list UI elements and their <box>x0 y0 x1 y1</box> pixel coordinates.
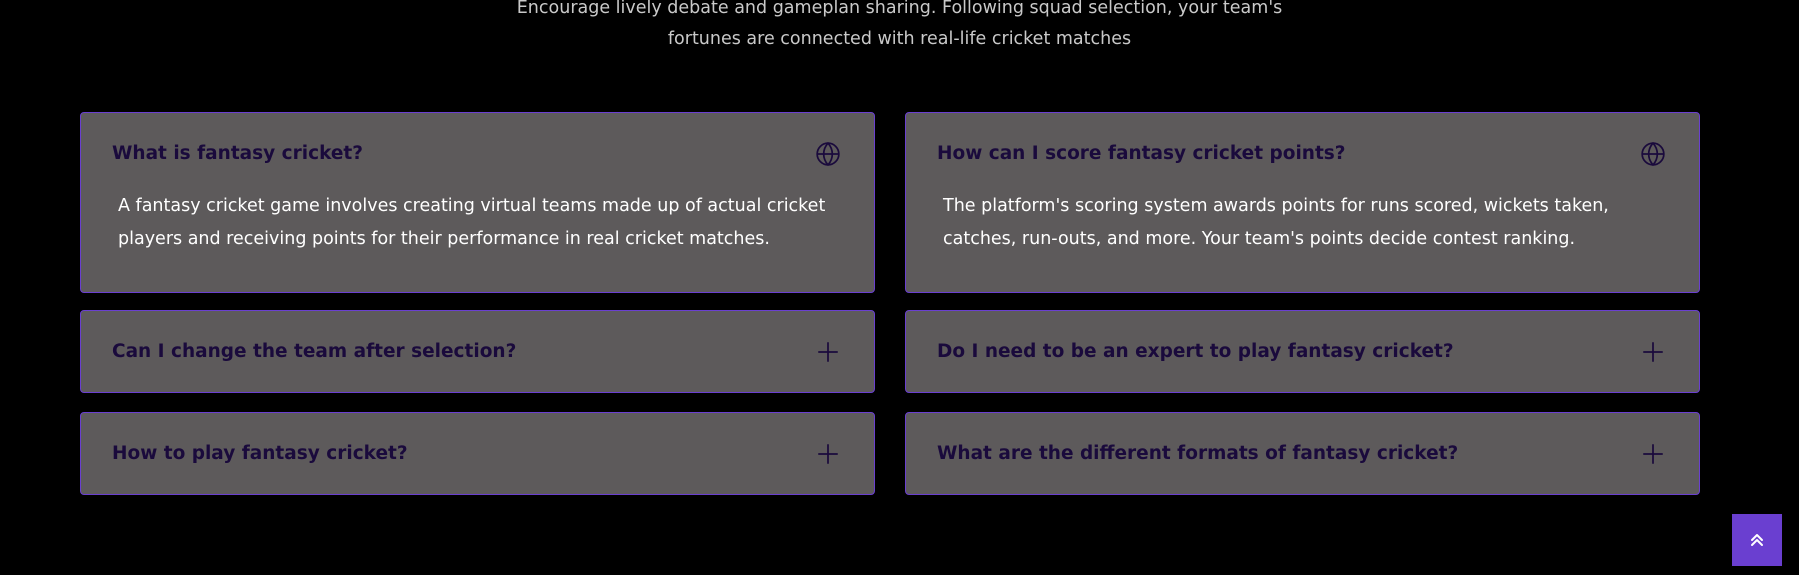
faq-question[interactable]: Can I change the team after selection? <box>112 341 516 362</box>
faq-answer-line-2: catches, run-outs, and more. Your team's… <box>943 229 1576 249</box>
double-chevron-up-icon <box>1749 532 1765 548</box>
faq-question[interactable]: How can I score fantasy cricket points? <box>937 143 1346 164</box>
faq-question[interactable]: Do I need to be an expert to play fantas… <box>937 341 1454 362</box>
plus-icon[interactable] <box>1640 441 1666 467</box>
scroll-to-top-button[interactable] <box>1732 514 1782 566</box>
faq-item-score-points[interactable]: How can I score fantasy cricket points? … <box>905 112 1700 293</box>
faq-answer-line-1: The platform's scoring system awards poi… <box>943 196 1609 216</box>
globe-icon[interactable] <box>1640 141 1666 167</box>
globe-icon[interactable] <box>815 141 841 167</box>
intro-line-1: Encourage lively debate and gameplan sha… <box>516 0 1283 18</box>
faq-item-how-to-play[interactable]: How to play fantasy cricket? <box>80 412 875 495</box>
faq-answer: A fantasy cricket game involves creating… <box>118 190 848 256</box>
plus-icon[interactable] <box>815 441 841 467</box>
faq-answer-line-1: A fantasy cricket game involves creating… <box>118 196 826 216</box>
faq-question[interactable]: How to play fantasy cricket? <box>112 443 408 464</box>
faq-section: Encourage lively debate and gameplan sha… <box>0 0 1799 575</box>
plus-icon[interactable] <box>1640 339 1666 365</box>
faq-item-formats[interactable]: What are the different formats of fantas… <box>905 412 1700 495</box>
intro-line-2: fortunes are connected with real-life cr… <box>667 29 1132 49</box>
faq-question[interactable]: What is fantasy cricket? <box>112 143 363 164</box>
faq-answer-line-2: players and receiving points for their p… <box>118 229 770 249</box>
faq-question[interactable]: What are the different formats of fantas… <box>937 443 1458 464</box>
faq-item-change-team[interactable]: Can I change the team after selection? <box>80 310 875 393</box>
faq-item-what-is-fantasy-cricket[interactable]: What is fantasy cricket? A fantasy crick… <box>80 112 875 293</box>
plus-icon[interactable] <box>815 339 841 365</box>
section-intro: Encourage lively debate and gameplan sha… <box>0 0 1799 55</box>
faq-item-need-expert[interactable]: Do I need to be an expert to play fantas… <box>905 310 1700 393</box>
faq-answer: The platform's scoring system awards poi… <box>943 190 1673 256</box>
